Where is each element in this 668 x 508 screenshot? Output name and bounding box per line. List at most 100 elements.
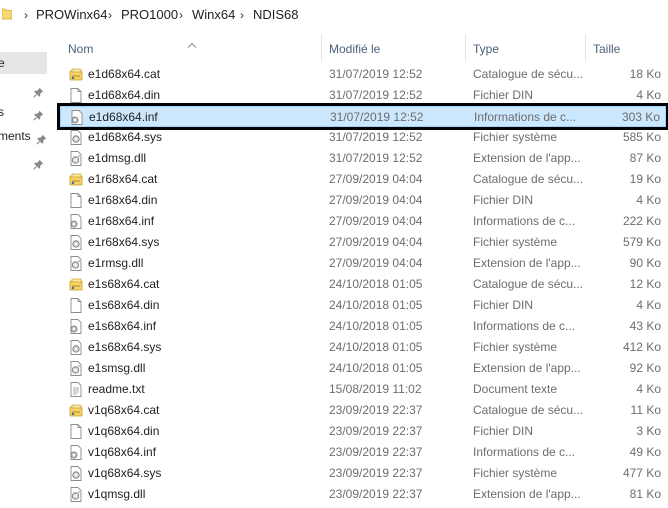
file-row[interactable]: v1q68x64.inf 23/09/2019 22:37 Informations…: [60, 442, 666, 463]
file-name: e1r68x64.sys: [88, 235, 160, 249]
file-size: 92 Ko: [629, 361, 661, 375]
catalog-icon: [69, 172, 83, 187]
file-name: e1r68x64.cat: [88, 172, 158, 186]
file-size: 303 Ko: [621, 110, 660, 124]
setup-info-icon: [69, 214, 83, 229]
file-type: Catalogue de sécu...: [473, 67, 584, 81]
file-icon: [69, 193, 83, 208]
file-row[interactable]: e1r68x64.sys 27/09/2019 04:04 Fichier syst…: [60, 232, 666, 253]
file-row[interactable]: e1s68x64.din 24/10/2018 01:05 Fichier DIN 4…: [60, 295, 666, 316]
breadcrumb-item[interactable]: PRO1000: [121, 7, 178, 23]
file-name: e1dmsg.dll: [88, 151, 147, 165]
column-header-type[interactable]: Type: [465, 31, 585, 62]
file-name: e1s68x64.cat: [88, 277, 160, 291]
file-name: e1r68x64.inf: [88, 214, 155, 228]
breadcrumb-separator[interactable]: ›: [240, 7, 244, 23]
nav-item[interactable]: [0, 150, 47, 172]
nav-item[interactable]: [0, 78, 47, 100]
file-row[interactable]: e1s68x64.inf 24/10/2018 01:05 Informations…: [60, 316, 666, 337]
file-modified-date: 15/08/2019 11:02: [329, 382, 422, 396]
file-row[interactable]: v1q68x64.cat 23/09/2019 22:37 Catalogue de…: [60, 400, 666, 421]
pin-icon[interactable]: [33, 155, 44, 170]
file-explorer-window: › PROWinx64 › PRO1000 › Winx64 › NDIS68 …: [0, 0, 668, 508]
breadcrumb-separator[interactable]: ›: [24, 7, 28, 23]
file-modified-date: 31/07/2019 12:52: [329, 67, 423, 81]
file-modified-date: 27/09/2019 04:04: [329, 193, 423, 207]
file-row[interactable]: e1r68x64.cat 27/09/2019 04:04 Catalogue de…: [60, 169, 666, 190]
file-type: Fichier système: [473, 466, 558, 480]
file-name: v1qmsg.dll: [88, 487, 146, 501]
file-row[interactable]: e1rmsg.dll 27/09/2019 04:04 Extension de l…: [60, 253, 666, 274]
column-header-date[interactable]: Modifié le: [321, 31, 465, 62]
file-modified-date: 24/10/2018 01:05: [329, 319, 423, 333]
breadcrumb-separator[interactable]: ›: [179, 7, 183, 23]
file-modified-date: 31/07/2019 12:52: [329, 130, 423, 144]
file-modified-date: 31/07/2019 12:52: [329, 88, 423, 102]
pin-icon[interactable]: [33, 106, 44, 121]
file-size: 4 Ko: [636, 193, 661, 207]
setup-info-icon: [69, 319, 83, 334]
file-row[interactable]: e1dmsg.dll 31/07/2019 12:52 Extension de l…: [60, 148, 666, 169]
file-type: Informations de c...: [474, 110, 577, 124]
column-header-name[interactable]: Nom: [60, 31, 321, 62]
system-file-icon: [69, 235, 83, 250]
file-size: 579 Ko: [622, 235, 661, 249]
system-file-icon: [69, 466, 83, 481]
file-size: 18 Ko: [629, 67, 661, 81]
system-file-icon: [69, 130, 83, 145]
file-type: Extension de l'app...: [473, 361, 581, 375]
file-type: Informations de c...: [473, 445, 576, 459]
file-size: 87 Ko: [629, 151, 661, 165]
file-row[interactable]: v1qmsg.dll 23/09/2019 22:37 Extension de l…: [60, 484, 666, 505]
file-type: Informations de c...: [473, 214, 576, 228]
file-modified-date: 27/09/2019 04:04: [329, 256, 423, 270]
file-row[interactable]: e1r68x64.din 27/09/2019 04:04 Fichier DIN 4…: [60, 190, 666, 211]
file-row[interactable]: e1r68x64.inf 27/09/2019 04:04 Informations…: [60, 211, 666, 232]
column-header-size[interactable]: Taille: [585, 31, 668, 62]
nav-item[interactable]: e: [0, 52, 47, 74]
file-name: e1d68x64.cat: [88, 67, 161, 81]
file-row[interactable]: v1q68x64.din 23/09/2019 22:37 Fichier DIN 3…: [60, 421, 666, 442]
file-size: 412 Ko: [622, 340, 661, 354]
nav-item[interactable]: ments: [0, 125, 47, 147]
breadcrumb-item[interactable]: Winx64: [192, 7, 235, 23]
file-type: Extension de l'app...: [473, 256, 581, 270]
file-type: Fichier système: [473, 340, 558, 354]
file-modified-date: 27/09/2019 04:04: [329, 214, 423, 228]
breadcrumb-item[interactable]: PROWinx64: [36, 7, 108, 23]
pin-icon[interactable]: [36, 130, 47, 145]
file-modified-date: 23/09/2019 22:37: [329, 445, 423, 459]
address-bar[interactable]: › PROWinx64 › PRO1000 › Winx64 › NDIS68: [0, 0, 668, 32]
setup-info-icon: [69, 445, 83, 460]
file-name: e1s68x64.inf: [88, 319, 157, 333]
file-modified-date: 24/10/2018 01:05: [329, 340, 423, 354]
file-modified-date: 23/09/2019 22:37: [329, 403, 423, 417]
file-row[interactable]: e1s68x64.cat 24/10/2018 01:05 Catalogue de…: [60, 274, 666, 295]
file-modified-date: 24/10/2018 01:05: [329, 277, 423, 291]
file-modified-date: 23/09/2019 22:37: [329, 487, 423, 501]
file-modified-date: 31/07/2019 12:52: [330, 110, 424, 124]
file-row[interactable]: e1d68x64.sys 31/07/2019 12:52 Fichier syst…: [60, 127, 666, 148]
file-row[interactable]: e1d68x64.cat 31/07/2019 12:52 Catalogue de…: [60, 64, 666, 85]
breadcrumb-item[interactable]: NDIS68: [253, 7, 299, 23]
catalog-icon: [69, 403, 83, 418]
file-type: Document texte: [473, 382, 558, 396]
file-row[interactable]: v1q68x64.sys 23/09/2019 22:37 Fichier syst…: [60, 463, 666, 484]
file-row[interactable]: e1d68x64.din 31/07/2019 12:52 Fichier DIN 4…: [60, 85, 666, 106]
file-modified-date: 24/10/2018 01:05: [329, 361, 423, 375]
text-file-icon: [69, 382, 83, 397]
breadcrumb-separator[interactable]: ›: [108, 7, 112, 23]
file-name: v1q68x64.sys: [88, 466, 162, 480]
file-size: 90 Ko: [629, 256, 661, 270]
dll-icon: [69, 487, 83, 502]
file-type: Fichier DIN: [473, 298, 534, 312]
file-row[interactable]: e1smsg.dll 24/10/2018 01:05 Extension de l…: [60, 358, 666, 379]
file-row-selected[interactable]: e1d68x64.inf 31/07/2019 12:52 Informations…: [57, 103, 668, 130]
file-type: Catalogue de sécu...: [473, 403, 584, 417]
file-size: 477 Ko: [622, 466, 661, 480]
file-row[interactable]: e1s68x64.sys 24/10/2018 01:05 Fichier syst…: [60, 337, 666, 358]
nav-item[interactable]: s: [0, 101, 47, 123]
pin-icon[interactable]: [33, 83, 44, 98]
file-row[interactable]: readme.txt 15/08/2019 11:02 Document texte…: [60, 379, 666, 400]
file-name: e1rmsg.dll: [88, 256, 144, 270]
